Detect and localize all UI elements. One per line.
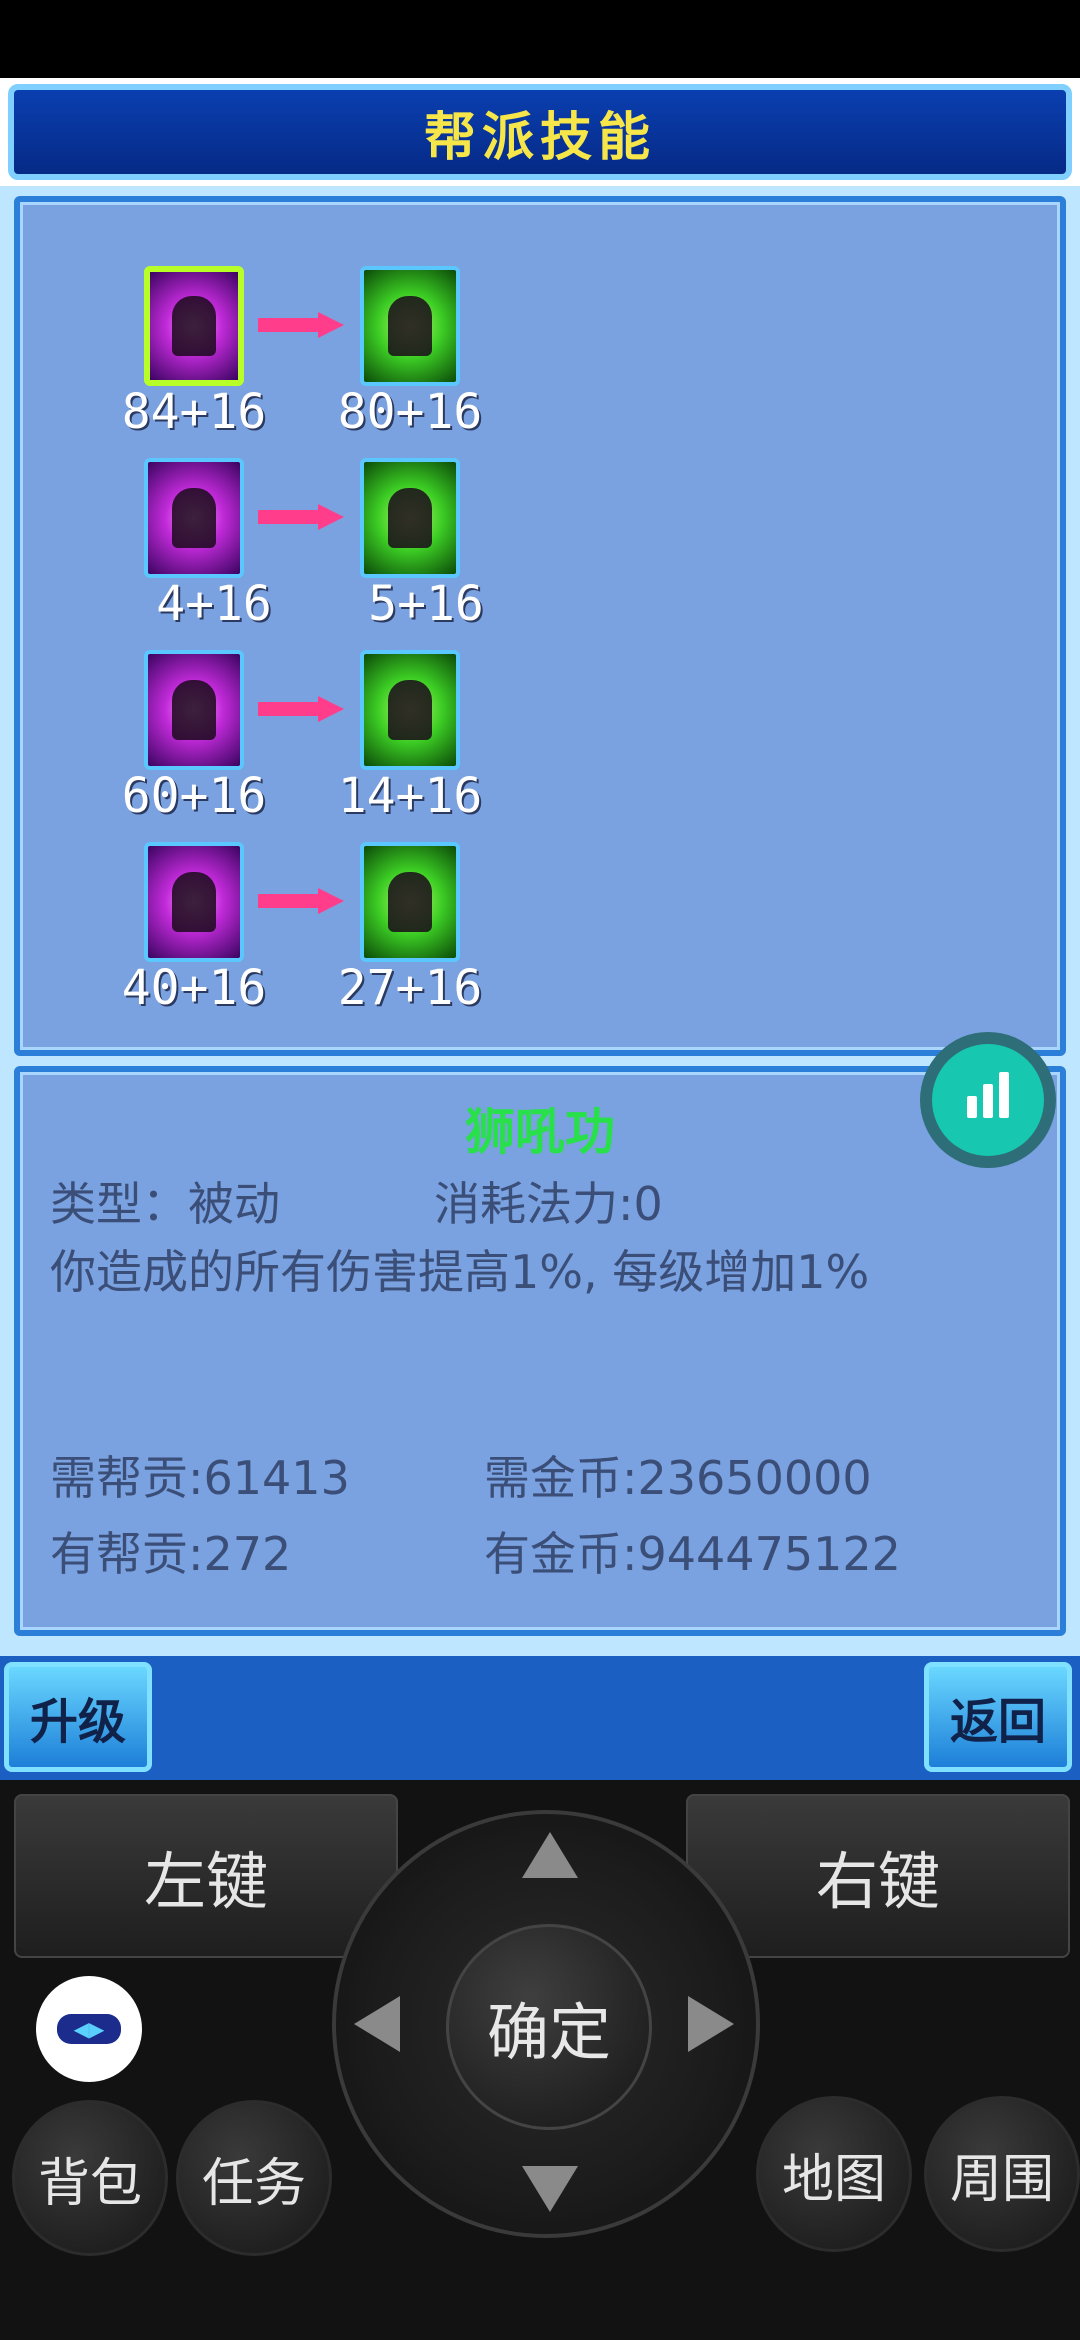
- back-button[interactable]: 返回: [924, 1662, 1072, 1772]
- skill-icon-4-next[interactable]: [360, 842, 460, 962]
- required-gold: 需金币:23650000: [484, 1451, 872, 1505]
- task-button[interactable]: 任务: [176, 2100, 332, 2256]
- owned-gold: 有金币:944475122: [484, 1527, 901, 1581]
- upgrade-arrow-icon: [258, 504, 348, 530]
- skill-icon-1-next[interactable]: [360, 266, 460, 386]
- skill-1-silhouette-icon: [172, 296, 216, 356]
- skills-window: 84+16 80+16 4+16 5+16 60+16 14+16 40+16 …: [0, 186, 1080, 1656]
- virtual-controller: 左键 右键 确定 背包 任务 地图 周围: [0, 1780, 1080, 2340]
- skill-1-level: 84+16: [121, 384, 267, 440]
- skill-icon-3-next[interactable]: [360, 650, 460, 770]
- skill-icon-1-current[interactable]: [144, 266, 244, 386]
- page-title: 帮派技能: [423, 107, 656, 168]
- required-contribution: 需帮贡:61413: [50, 1451, 350, 1505]
- skill-3-level: 60+16: [121, 768, 267, 824]
- skill-mana-cost: 消耗法力:0: [434, 1177, 663, 1231]
- skill-4-next-level: 27+16: [337, 960, 483, 1016]
- dpad-down-icon[interactable]: [522, 2166, 578, 2212]
- map-button[interactable]: 地图: [756, 2096, 912, 2252]
- skill-type: 类型：被动: [50, 1177, 280, 1231]
- around-button[interactable]: 周围: [924, 2096, 1080, 2252]
- upgrade-button[interactable]: 升级: [4, 1662, 152, 1772]
- skill-detail-panel: 狮吼功 类型：被动 消耗法力:0 你造成的所有伤害提高1%, 每级增加1% 需帮…: [14, 1066, 1066, 1636]
- confirm-button[interactable]: 确定: [446, 1924, 652, 2130]
- skill-icon-2-next[interactable]: [360, 458, 460, 578]
- skill-icon-4-current[interactable]: [144, 842, 244, 962]
- speed-assist-icon: ◀▶: [57, 2014, 121, 2044]
- skills-panel: 84+16 80+16 4+16 5+16 60+16 14+16 40+16 …: [14, 196, 1066, 1056]
- action-bar: 升级 返回: [0, 1656, 1080, 1780]
- skill-2-next-silhouette-icon: [388, 488, 432, 548]
- floating-stats-button[interactable]: [920, 1032, 1056, 1168]
- skill-description: 你造成的所有伤害提高1%, 每级增加1%: [50, 1245, 870, 1299]
- title-frame: 帮派技能: [8, 84, 1072, 180]
- skill-1-next-level: 80+16: [337, 384, 483, 440]
- skill-3-next-level: 14+16: [337, 768, 483, 824]
- skill-4-next-silhouette-icon: [388, 872, 432, 932]
- dpad-left-icon[interactable]: [354, 1996, 400, 2052]
- skill-3-next-silhouette-icon: [388, 680, 432, 740]
- bar-chart-icon: [932, 1044, 1044, 1156]
- skill-2-silhouette-icon: [172, 488, 216, 548]
- owned-contribution: 有帮贡:272: [50, 1527, 292, 1581]
- bag-button[interactable]: 背包: [12, 2100, 168, 2256]
- upgrade-arrow-icon: [258, 888, 348, 914]
- upgrade-arrow-icon: [258, 696, 348, 722]
- skill-2-level: 4+16: [156, 576, 272, 632]
- skill-icon-3-current[interactable]: [144, 650, 244, 770]
- speed-assist-button[interactable]: ◀▶: [36, 1976, 142, 2082]
- dpad-right-icon[interactable]: [688, 1996, 734, 2052]
- dpad: 确定: [332, 1810, 760, 2238]
- left-key-button[interactable]: 左键: [14, 1794, 398, 1958]
- skill-icon-2-current[interactable]: [144, 458, 244, 578]
- skill-4-level: 40+16: [121, 960, 267, 1016]
- skill-3-silhouette-icon: [172, 680, 216, 740]
- skill-2-next-level: 5+16: [368, 576, 484, 632]
- skill-1-next-silhouette-icon: [388, 296, 432, 356]
- upgrade-arrow-icon: [258, 312, 348, 338]
- right-key-button[interactable]: 右键: [686, 1794, 1070, 1958]
- skill-4-silhouette-icon: [172, 872, 216, 932]
- title-bar: 帮派技能: [0, 78, 1080, 186]
- skill-name: 狮吼功: [465, 1103, 615, 1161]
- dpad-up-icon[interactable]: [522, 1832, 578, 1878]
